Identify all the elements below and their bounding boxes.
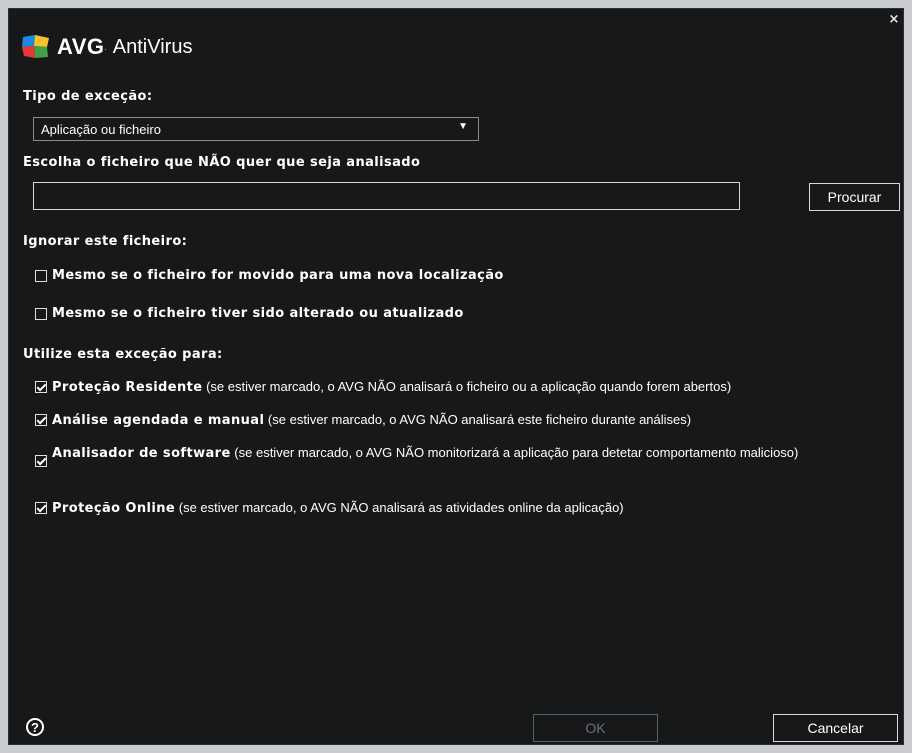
- checkbox-checked[interactable]: [35, 414, 47, 426]
- checkbox-checked[interactable]: [35, 455, 47, 467]
- brand-name: AVG: [57, 34, 105, 59]
- use-option-desc: (se estiver marcado, o AVG NÃO analisará…: [175, 500, 624, 515]
- exception-type-label: Tipo de exceção:: [23, 89, 153, 104]
- ignore-file-label: Ignorar este ficheiro:: [23, 234, 188, 249]
- ignore-option-label: Mesmo se o ficheiro tiver sido alterado …: [52, 306, 464, 321]
- use-option-text: Proteção Residente (se estiver marcado, …: [52, 379, 731, 395]
- exception-type-dropdown[interactable]: Aplicação ou ficheiro ▼: [33, 117, 479, 141]
- ignore-option-label: Mesmo se o ficheiro for movido para uma …: [52, 268, 504, 283]
- use-option-software-analyzer[interactable]: Analisador de software (se estiver marca…: [35, 445, 815, 467]
- use-exception-label: Utilize esta exceção para:: [23, 347, 223, 362]
- checkbox[interactable]: [35, 308, 47, 320]
- use-option-resident-protection[interactable]: Proteção Residente (se estiver marcado, …: [35, 379, 731, 395]
- ignore-option-modified[interactable]: Mesmo se o ficheiro tiver sido alterado …: [35, 306, 464, 321]
- dropdown-arrow-icon: ▼: [458, 121, 468, 132]
- cancel-button[interactable]: Cancelar: [773, 714, 898, 742]
- use-option-online-protection[interactable]: Proteção Online (se estiver marcado, o A…: [35, 500, 624, 516]
- use-option-text: Analisador de software (se estiver marca…: [52, 445, 798, 462]
- use-option-title: Análise agendada e manual: [52, 413, 265, 428]
- screen-background: × AVG . AntiVirus Tipo de exceção: Aplic…: [0, 0, 912, 753]
- avg-logo-icon: [21, 35, 51, 59]
- use-option-title: Proteção Online: [52, 501, 176, 516]
- use-option-title: Analisador de software: [52, 446, 231, 461]
- exception-type-value: Aplicação ou ficheiro: [41, 121, 161, 137]
- ignore-option-moved[interactable]: Mesmo se o ficheiro for movido para uma …: [35, 268, 504, 283]
- use-option-desc: (se estiver marcado, o AVG NÃO monitoriz…: [230, 445, 799, 460]
- brand-mark: .: [104, 42, 107, 52]
- title-bar: AVG . AntiVirus: [21, 33, 192, 61]
- checkbox-checked[interactable]: [35, 502, 47, 514]
- use-option-title: Proteção Residente: [52, 380, 203, 395]
- use-option-text: Proteção Online (se estiver marcado, o A…: [52, 500, 624, 516]
- product-name: AntiVirus: [112, 35, 193, 58]
- use-option-desc: (se estiver marcado, o AVG NÃO analisará…: [264, 412, 692, 427]
- use-option-text: Análise agendada e manual (se estiver ma…: [52, 412, 691, 428]
- close-icon[interactable]: ×: [887, 13, 901, 27]
- use-option-desc: (se estiver marcado, o AVG NÃO analisará…: [202, 379, 732, 394]
- checkbox-checked[interactable]: [35, 381, 47, 393]
- exception-dialog: × AVG . AntiVirus Tipo de exceção: Aplic…: [8, 8, 904, 745]
- ok-button[interactable]: OK: [533, 714, 658, 742]
- checkbox[interactable]: [35, 270, 47, 282]
- browse-button[interactable]: Procurar: [809, 183, 900, 211]
- file-choice-label: Escolha o ficheiro que NÃO quer que seja…: [23, 155, 421, 170]
- help-icon[interactable]: ?: [26, 718, 44, 736]
- file-path-input[interactable]: [33, 182, 740, 210]
- use-option-scheduled-scan[interactable]: Análise agendada e manual (se estiver ma…: [35, 412, 691, 428]
